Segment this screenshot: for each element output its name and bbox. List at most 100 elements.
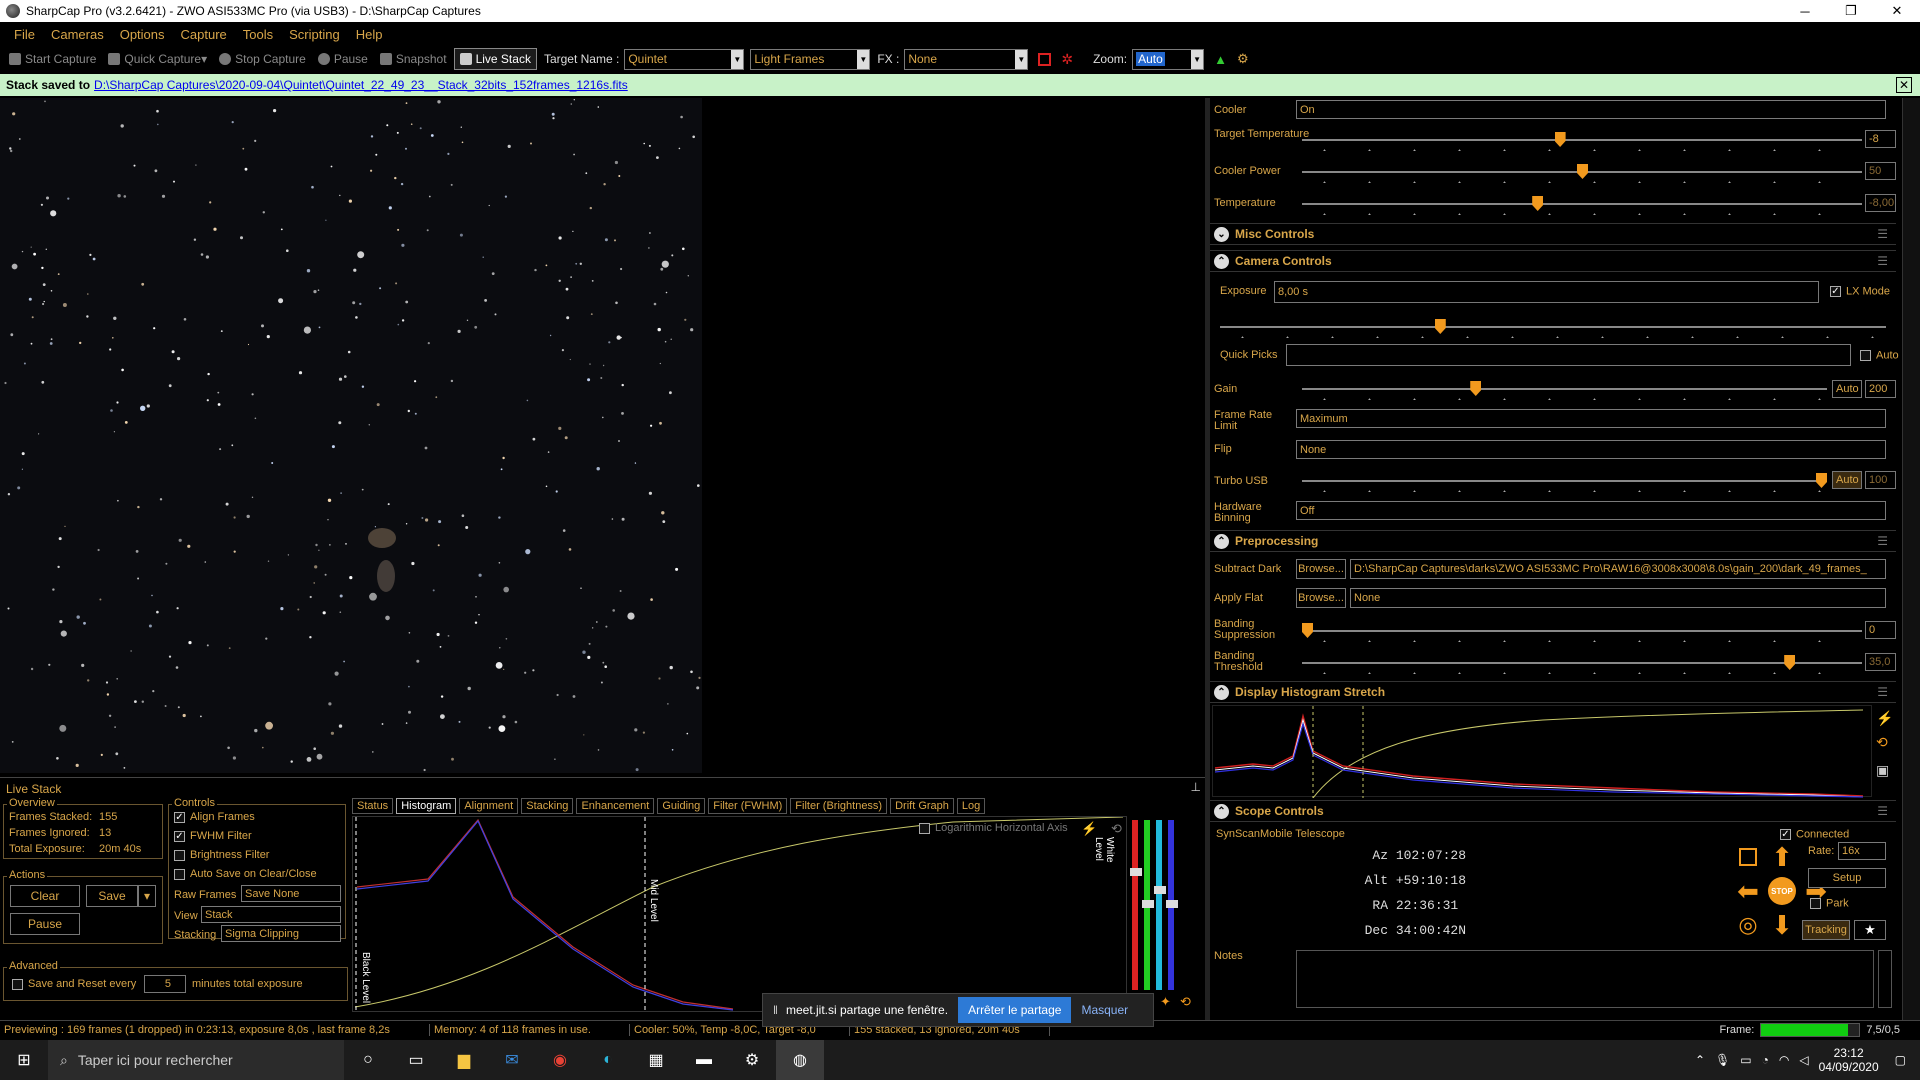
edge-icon[interactable]: ◐ [584,1040,632,1080]
file-explorer-icon[interactable]: ▆ [440,1040,488,1080]
raw-frames-combo[interactable]: Save None [241,885,341,902]
red-level-bar[interactable] [1132,820,1138,990]
turbo-usb-slider[interactable] [1302,473,1827,492]
tab-enhancement[interactable]: Enhancement [576,798,655,814]
level-handle[interactable] [1130,868,1142,876]
fx-combo[interactable]: None ▼ [904,48,1029,70]
menu-icon[interactable]: ☰ [1877,534,1888,548]
menu-options[interactable]: Options [120,27,165,42]
level-handle[interactable] [1142,900,1154,908]
save-dropdown-icon[interactable]: ▾ [138,885,156,907]
tab-log[interactable]: Log [956,798,986,814]
quick-capture-button[interactable]: Quick Capture ▾ [103,48,212,70]
start-capture-button[interactable]: Start Capture [4,48,101,70]
menu-cameras[interactable]: Cameras [51,27,104,42]
menu-icon[interactable]: ☰ [1877,804,1888,818]
align-frames-checkbox[interactable]: ✓ [174,811,185,823]
menu-scripting[interactable]: Scripting [289,27,340,42]
tab-histogram[interactable]: Histogram [396,798,457,814]
target-name-combo[interactable]: Quintet ▼ [624,48,745,70]
record-icon[interactable] [1038,52,1052,66]
stacking-combo[interactable]: Sigma Clipping [221,925,341,942]
temperature-slider[interactable] [1302,196,1862,215]
tab-filter-brightness[interactable]: Filter (Brightness) [790,798,888,814]
reset-icon[interactable]: ⟲ [1111,821,1122,837]
save-stretch-icon[interactable]: ▣ [1876,762,1889,779]
cooler-power-thumb[interactable] [1577,164,1588,179]
menu-icon[interactable]: ☰ [1877,254,1888,268]
clear-button[interactable]: Clear [10,885,80,907]
terminal-icon[interactable]: ▬ [680,1040,728,1080]
level-handle[interactable] [1154,886,1166,894]
notes-scrollbar[interactable] [1878,950,1892,1008]
sharpcap-taskbar-icon[interactable]: ◍ [776,1040,824,1080]
app-icon[interactable]: ▦ [632,1040,680,1080]
windows-start-icon[interactable]: ⊞ [0,1040,48,1080]
rate-combo[interactable]: 16x [1838,842,1886,860]
cooler-power-slider[interactable] [1302,164,1862,183]
wifi-icon[interactable]: ◠ [1779,1053,1789,1067]
turbo-usb-input[interactable]: 100 [1865,471,1896,489]
settings-gear-icon[interactable]: ⚙ [728,1040,776,1080]
preprocessing-header[interactable]: ⌃ Preprocessing ☰ [1210,530,1896,552]
save-reset-checkbox[interactable] [12,978,23,990]
flat-file-combo[interactable]: None [1350,588,1886,608]
taskbar-search[interactable]: ⌕ Taper ici pour rechercher [48,1040,344,1080]
notes-textarea[interactable] [1296,950,1874,1008]
dark-file-combo[interactable]: D:\SharpCap Captures\darks\ZWO ASI533MC … [1350,559,1886,579]
browse-flat-button[interactable]: Browse... [1296,588,1346,608]
pin-icon[interactable]: ⊥ [1191,780,1201,794]
tab-drift-graph[interactable]: Drift Graph [890,798,954,814]
zoom-combo[interactable]: Auto ▼ [1132,48,1205,70]
save-reset-stepper[interactable]: 5 [144,975,186,993]
live-stack-button[interactable]: Live Stack [453,48,537,70]
stop-capture-button[interactable]: Stop Capture [214,48,311,70]
frame-rate-combo[interactable]: Maximum [1296,409,1886,428]
gain-input[interactable]: 200 [1865,380,1896,398]
close-notification-button[interactable]: ✕ [1896,77,1912,93]
histogram-icon[interactable]: ▲ [1214,52,1227,67]
snapshot-button[interactable]: Snapshot [375,48,452,70]
goto-icon[interactable] [1734,843,1762,871]
cooler-power-input[interactable]: 50 [1865,162,1896,180]
drag-handle-icon[interactable]: ‖ [773,1003,778,1017]
banding-suppression-thumb[interactable] [1302,623,1313,638]
menu-icon[interactable]: ☰ [1877,227,1888,241]
color-level-sliders[interactable] [1130,820,1200,990]
refresh-icon[interactable]: ⟲ [1180,994,1191,1010]
gain-auto-button[interactable]: Auto [1832,380,1862,398]
clock[interactable]: 23:12 04/09/2020 [1819,1046,1879,1074]
banding-threshold-thumb[interactable] [1784,655,1796,670]
temperature-input[interactable]: -8,00 [1865,194,1896,212]
pause-stack-button[interactable]: Pause [10,913,80,935]
volume-icon[interactable]: ◁ [1799,1053,1808,1067]
hide-button[interactable]: Masquer [1081,1003,1128,1017]
gain-slider[interactable] [1302,381,1827,400]
west-arrow-icon[interactable]: ⬅ [1734,876,1762,906]
cooler-combo[interactable]: On [1296,100,1886,119]
banding-suppression-slider[interactable] [1302,623,1862,642]
exposure-thumb[interactable] [1434,319,1446,334]
cyan-level-bar[interactable] [1156,820,1162,990]
menu-capture[interactable]: Capture [181,27,227,42]
connected-checkbox[interactable]: ✓ [1780,829,1791,840]
flip-combo[interactable]: None [1296,440,1886,459]
target-temp-input[interactable]: -8 [1865,130,1896,148]
park-checkbox[interactable] [1810,898,1821,909]
chrome-icon[interactable]: ◉ [536,1040,584,1080]
pause-button[interactable]: Pause [313,48,373,70]
exposure-input[interactable]: 8,00 s [1274,281,1819,303]
lx-mode-checkbox[interactable]: ✓ [1830,286,1841,297]
exposure-slider[interactable] [1220,319,1886,338]
close-window-button[interactable]: ✕ [1874,0,1920,22]
display-histogram-plot[interactable] [1212,705,1872,799]
frame-type-combo[interactable]: Light Frames ▼ [750,48,871,70]
view-combo[interactable]: Stack [201,906,341,923]
turbo-usb-thumb[interactable] [1816,473,1827,488]
chevron-up-icon[interactable]: ⌃ [1695,1053,1705,1067]
misc-controls-header[interactable]: ⌄ Misc Controls ☰ [1210,223,1896,245]
star-icon[interactable]: ★ [1854,920,1886,940]
tab-stacking[interactable]: Stacking [521,798,574,814]
settings-gear-icon[interactable]: ⚙ [1237,51,1249,67]
stop-sharing-button[interactable]: Arrêter le partage [958,997,1072,1023]
